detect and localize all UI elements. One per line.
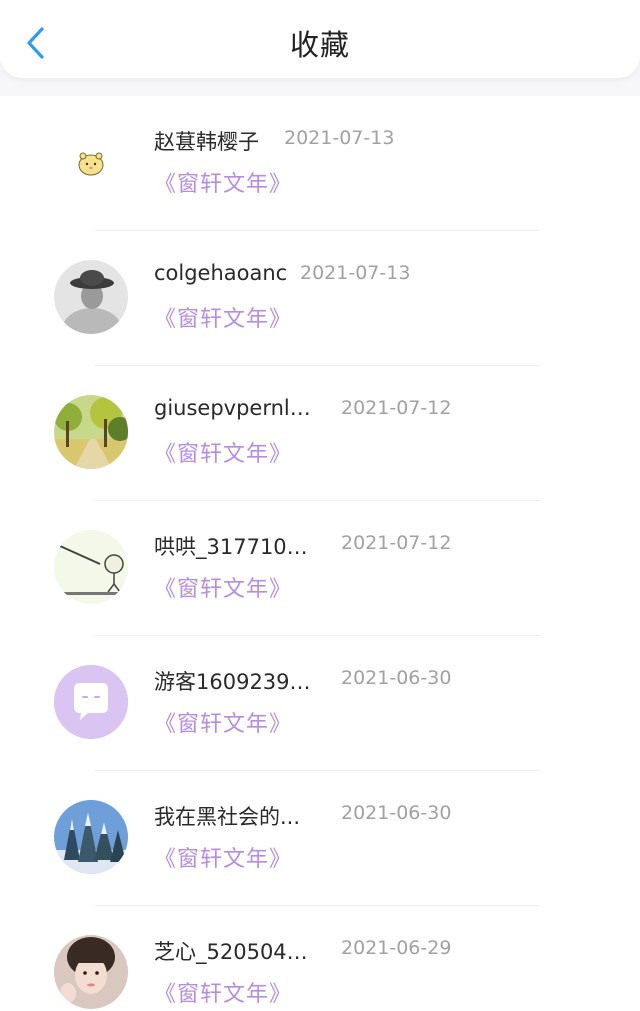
favorite-date: 2021-06-30 <box>341 667 452 689</box>
user-avatar[interactable] <box>54 260 128 334</box>
favorite-date: 2021-06-30 <box>341 802 452 824</box>
username: 哄哄_3177104... <box>154 535 319 559</box>
favorite-date: 2021-06-29 <box>341 937 452 959</box>
favorite-row[interactable]: giusepvpernlza... 2021-07-12 《窗轩文年》 <box>0 366 640 501</box>
book-title-link[interactable]: 《窗轩文年》 <box>154 976 292 1008</box>
book-title-link[interactable]: 《窗轩文年》 <box>154 841 292 873</box>
username: 游客16092393... <box>154 670 319 694</box>
sword-meme-sticker-icon <box>54 530 128 604</box>
username: 我在黑社会的... <box>154 805 301 829</box>
girl-portrait-photo-icon <box>54 935 128 1009</box>
username: giusepvpernlza... <box>154 396 319 420</box>
favorite-row[interactable]: 哄哄_3177104... 2021-07-12 《窗轩文年》 <box>0 501 640 636</box>
user-avatar[interactable] <box>54 800 128 874</box>
user-avatar[interactable] <box>54 125 128 199</box>
book-title-link[interactable]: 《窗轩文年》 <box>154 706 292 738</box>
favorite-row[interactable]: 赵葚韩樱子 2021-07-13 《窗轩文年》 <box>0 96 640 231</box>
top-navigation-bar: 收藏 <box>0 0 640 78</box>
username: 芝心_5205042... <box>154 940 319 964</box>
autumn-trees-photo-icon <box>54 395 128 469</box>
username: colgehaoanc <box>154 261 288 285</box>
person-with-hat-photo-icon <box>54 260 128 334</box>
favorite-row[interactable]: 我在黑社会的... 2021-06-30 《窗轩文年》 <box>0 771 640 906</box>
user-avatar[interactable] <box>54 395 128 469</box>
favorites-list: 赵葚韩樱子 2021-07-13 《窗轩文年》 colgehaoanc 2021… <box>0 96 640 1011</box>
favorite-date: 2021-07-13 <box>284 127 395 149</box>
hamster-sticker-icon <box>78 152 104 176</box>
favorite-row[interactable]: 芝心_5205042... 2021-06-29 《窗轩文年》 <box>0 906 640 1011</box>
chat-bubble-icon <box>54 665 128 739</box>
user-avatar[interactable] <box>54 530 128 604</box>
book-title-link[interactable]: 《窗轩文年》 <box>154 571 292 603</box>
favorite-row[interactable]: colgehaoanc 2021-07-13 《窗轩文年》 <box>0 231 640 366</box>
book-title-link[interactable]: 《窗轩文年》 <box>154 436 292 468</box>
snowy-forest-photo-icon <box>54 800 128 874</box>
user-avatar[interactable] <box>54 665 128 739</box>
favorite-date: 2021-07-13 <box>300 262 411 284</box>
page-title: 收藏 <box>289 28 350 62</box>
user-avatar[interactable] <box>54 935 128 1009</box>
favorite-date: 2021-07-12 <box>341 397 452 419</box>
book-title-link[interactable]: 《窗轩文年》 <box>154 166 292 198</box>
favorite-row[interactable]: 游客16092393... 2021-06-30 《窗轩文年》 <box>0 636 640 771</box>
book-title-link[interactable]: 《窗轩文年》 <box>154 301 292 333</box>
favorite-date: 2021-07-12 <box>341 532 452 554</box>
